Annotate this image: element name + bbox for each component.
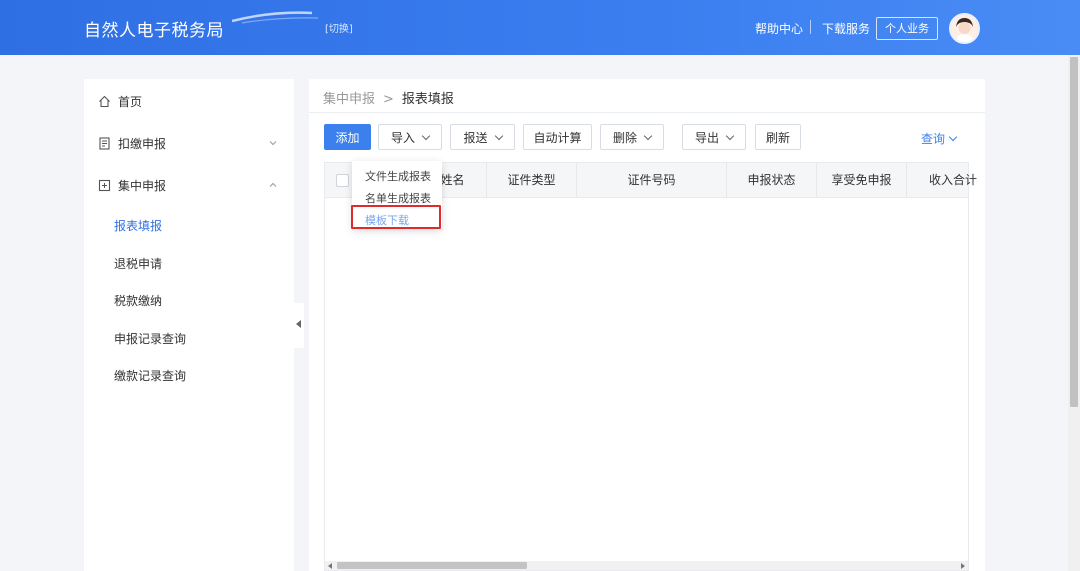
scrollbar-thumb[interactable] xyxy=(337,562,527,569)
breadcrumb-current: 报表填报 xyxy=(401,92,454,107)
export-button-label: 导出 xyxy=(694,130,719,145)
delete-button[interactable]: 删除 xyxy=(600,124,664,150)
sidebar-subitem-payment[interactable]: 税款缴纳 xyxy=(114,292,162,309)
chevron-down-icon xyxy=(725,131,735,140)
home-icon xyxy=(99,95,110,107)
import-button-label: 导入 xyxy=(390,130,415,145)
sidebar-item-label: 扣缴申报 xyxy=(118,136,167,151)
export-button[interactable]: 导出 xyxy=(682,124,746,150)
chevron-down-icon xyxy=(269,141,277,146)
column-header-id-number[interactable]: 证件号码 xyxy=(577,163,727,197)
menu-item-list-generate[interactable]: 名单生成报表 xyxy=(365,190,431,206)
form-icon xyxy=(98,179,111,191)
sidebar-item-label: 首页 xyxy=(118,94,143,109)
avatar[interactable] xyxy=(949,13,980,44)
sidebar-collapse-toggle[interactable] xyxy=(294,303,304,348)
column-header-exemption[interactable]: 享受免申报 xyxy=(817,163,907,197)
help-center-link[interactable]: 帮助中心 xyxy=(755,20,803,37)
sidebar: 首页 扣缴申报 集中申报 报表填报 退税申请 税款缴纳 申报记录查询 缴款记录查… xyxy=(84,79,294,571)
main-panel: 集中申报 > 报表填报 添加 导入 报送 自动计算 删除 导出 刷新 查询 姓名 证… xyxy=(309,79,985,571)
column-header-id-type[interactable]: 证件类型 xyxy=(487,163,577,197)
chevron-down-icon xyxy=(494,131,503,140)
sidebar-item-label: 集中申报 xyxy=(118,178,167,193)
sidebar-subitem-payment-records[interactable]: 缴款记录查询 xyxy=(114,367,186,384)
send-button-label: 报送 xyxy=(463,130,488,145)
add-button-label: 添加 xyxy=(335,130,360,145)
query-toggle[interactable]: 查询 xyxy=(921,130,958,147)
scroll-left-icon[interactable] xyxy=(328,563,332,569)
page-vertical-scrollbar[interactable] xyxy=(1068,55,1080,571)
header-divider xyxy=(810,20,811,34)
sidebar-subitem-refund[interactable]: 退税申请 xyxy=(114,255,162,272)
horizontal-scrollbar[interactable] xyxy=(325,561,968,570)
sidebar-item-withholding[interactable]: 扣缴申报 xyxy=(84,128,294,158)
scroll-right-icon[interactable] xyxy=(961,563,965,569)
scrollbar-thumb[interactable] xyxy=(1070,57,1078,407)
document-icon xyxy=(99,136,110,150)
import-button[interactable]: 导入 xyxy=(378,124,442,150)
switch-link[interactable]: [切换] xyxy=(325,20,353,35)
query-label: 查询 xyxy=(921,132,946,146)
chevron-down-icon xyxy=(948,132,958,142)
brand-swoosh-icon xyxy=(232,11,319,24)
column-header-status[interactable]: 申报状态 xyxy=(727,163,817,197)
breadcrumb-root[interactable]: 集中申报 xyxy=(323,92,375,107)
site-title: 自然人电子税务局 xyxy=(84,21,224,41)
sidebar-item-centralized[interactable]: 集中申报 xyxy=(84,170,294,200)
download-service-link[interactable]: 下载服务 xyxy=(822,20,870,37)
divider xyxy=(309,112,985,113)
select-all-checkbox[interactable] xyxy=(336,174,349,187)
refresh-button-label: 刷新 xyxy=(765,130,790,145)
chevron-up-icon xyxy=(269,182,277,187)
top-header: 自然人电子税务局 [切换] 帮助中心 下载服务 个人业务 xyxy=(0,0,1080,55)
breadcrumb: 集中申报 > 报表填报 xyxy=(323,88,454,107)
sidebar-item-home[interactable]: 首页 xyxy=(84,86,294,116)
refresh-button[interactable]: 刷新 xyxy=(755,124,801,150)
user-avatar-icon xyxy=(951,15,978,42)
sidebar-subitem-declaration-records[interactable]: 申报记录查询 xyxy=(114,330,186,347)
delete-button-label: 删除 xyxy=(612,130,637,145)
sidebar-subitem-report-filling[interactable]: 报表填报 xyxy=(114,217,162,234)
send-button[interactable]: 报送 xyxy=(450,124,515,150)
highlight-annotation xyxy=(351,205,441,229)
auto-calc-button[interactable]: 自动计算 xyxy=(523,124,592,150)
personal-business-button[interactable]: 个人业务 xyxy=(876,17,938,40)
menu-item-file-generate[interactable]: 文件生成报表 xyxy=(365,168,431,184)
add-button[interactable]: 添加 xyxy=(324,124,371,150)
column-header-income-total[interactable]: 收入合计 xyxy=(907,163,982,197)
caret-left-icon xyxy=(296,320,301,328)
auto-calc-button-label: 自动计算 xyxy=(533,130,582,145)
chevron-down-icon xyxy=(643,131,653,140)
breadcrumb-separator: > xyxy=(383,92,394,107)
chevron-down-icon xyxy=(421,131,431,140)
